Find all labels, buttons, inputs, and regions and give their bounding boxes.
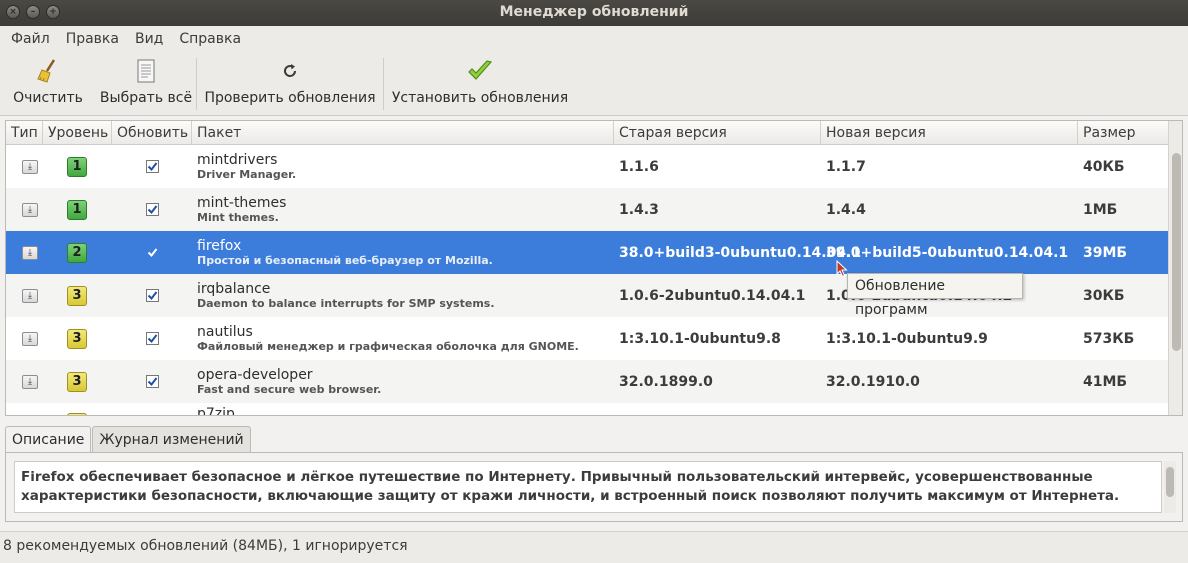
level-badge: 3 [67,371,87,392]
update-checkbox[interactable] [146,332,159,345]
update-checkbox[interactable] [146,160,159,173]
column-type[interactable]: Тип [6,121,43,145]
package-size: 30КБ [1083,287,1125,304]
package-type-icon: ⤓ [22,331,38,346]
column-level[interactable]: Уровень [43,121,112,145]
check-updates-button[interactable]: Проверить обновления [197,52,383,116]
old-version: 1:3.10.1-0ubuntu9.8 [619,330,781,347]
select-all-button[interactable]: Выбрать всё [96,52,196,116]
menu-file[interactable]: Файл [3,31,58,47]
title-bar: × – + Менеджер обновлений [0,0,1188,26]
update-checkbox[interactable] [146,203,159,216]
package-type-icon: ⤓ [22,374,38,389]
package-name: mintdrivers [197,152,278,168]
clear-button[interactable]: Очистить [0,52,96,116]
tooltip: Обновление программ [847,273,1023,318]
package-type-icon: ⤓ [22,288,38,303]
update-checkbox[interactable] [146,289,159,302]
new-version: 1.1.7 [826,158,866,175]
package-size: 40КБ [1083,158,1125,175]
package-description: Файловый менеджер и графическая оболочка… [197,340,579,353]
level-badge: 2 [67,242,87,263]
column-package[interactable]: Пакет [192,121,614,145]
status-bar: 8 рекомендуемых обновлений (84МБ), 1 игн… [0,531,1188,563]
check-updates-label: Проверить обновления [204,90,376,106]
new-version: 1.4.4 [826,201,866,218]
level-badge: 1 [67,199,87,220]
checkmark-icon [467,58,493,84]
level-badge: 3 [67,328,87,349]
package-description: Driver Manager. [197,168,297,181]
menu-edit[interactable]: Правка [58,31,127,47]
package-type-icon: ⤓ [22,415,38,416]
package-description: Daemon to balance interrupts for SMP sys… [197,297,495,310]
level-badge: 3 [67,413,87,415]
package-description: Простой и безопасный веб-браузер от Mozi… [197,254,493,267]
description-scrollbar[interactable] [1164,461,1176,513]
description-scrollbar-thumb[interactable] [1166,467,1174,497]
level-badge: 3 [67,285,87,306]
package-name: p7zip [197,406,235,416]
package-type-icon: ⤓ [22,245,38,260]
updates-table: Тип Уровень Обновить Пакет Старая версия… [5,120,1183,416]
broom-icon [35,58,61,84]
column-update[interactable]: Обновить [112,121,192,145]
package-description: Fast and secure web browser. [197,383,382,396]
window-title: Менеджер обновлений [499,4,689,20]
toolbar: Очистить Выбрать всё Проверить обновлени… [0,52,1188,116]
update-checkbox[interactable] [146,246,159,259]
column-size[interactable]: Размер [1078,121,1168,145]
tab-changelog[interactable]: Журнал изменений [92,426,251,453]
package-name: nautilus [197,324,253,340]
table-header: Тип Уровень Обновить Пакет Старая версия… [6,121,1168,145]
package-description: Mint themes. [197,211,279,224]
description-panel: Firefox обеспечивает безопасное и лёгкое… [5,452,1183,522]
package-type-icon: ⤓ [22,202,38,217]
description-text: Firefox обеспечивает безопасное и лёгкое… [14,461,1162,513]
level-badge: 1 [67,156,87,177]
old-version: 1.1.6 [619,158,659,175]
document-icon [133,58,159,84]
old-version: 1.0.6-2ubuntu0.14.04.1 [619,287,806,304]
package-size: 1МБ [1083,201,1118,218]
table-row[interactable]: ⤓ 3 nautilus Файловый менеджер и графиче… [6,317,1168,360]
column-new-version[interactable]: Новая версия [821,121,1078,145]
install-updates-label: Установить обновления [391,90,569,106]
column-old-version[interactable]: Старая версия [614,121,821,145]
package-name: opera-developer [197,367,313,383]
package-size: 573КБ [1083,330,1135,347]
install-updates-button[interactable]: Установить обновления [384,52,576,116]
package-name: firefox [197,238,242,254]
old-version: 1.4.3 [619,201,659,218]
table-row[interactable]: ⤓ 3 opera-developer Fast and secure web … [6,360,1168,403]
new-version: 32.0.1910.0 [826,373,920,390]
refresh-icon [277,58,303,84]
old-version: 38.0+build3-0ubuntu0.14.04.1 [619,244,862,261]
select-all-label: Выбрать всё [99,90,193,106]
new-version: 1:3.10.1-0ubuntu9.9 [826,330,988,347]
table-row[interactable]: ⤓ 1 mintdrivers Driver Manager. 1.1.6 1.… [6,145,1168,188]
package-name: mint-themes [197,195,287,211]
menu-help[interactable]: Справка [171,31,249,47]
details-tabs: Описание Журнал изменений [5,426,252,454]
table-scrollbar-thumb[interactable] [1172,153,1181,351]
menu-bar: Файл Правка Вид Справка [0,26,1188,52]
clear-label: Очистить [13,90,83,106]
tab-description[interactable]: Описание [5,426,92,454]
table-scrollbar[interactable] [1168,121,1182,415]
new-version: 39.0+build5-0ubuntu0.14.04.1 [826,244,1069,261]
table-row-selected[interactable]: ⤓ 2 firefox Простой и безопасный веб-бра… [6,231,1168,274]
old-version: 32.0.1899.0 [619,373,713,390]
table-row[interactable]: ⤓ 3 p7zip [6,403,1168,416]
update-checkbox[interactable] [146,375,159,388]
package-type-icon: ⤓ [22,159,38,174]
table-row[interactable]: ⤓ 1 mint-themes Mint themes. 1.4.3 1.4.4… [6,188,1168,231]
package-size: 39МБ [1083,244,1128,261]
package-size: 41МБ [1083,373,1128,390]
menu-view[interactable]: Вид [127,31,171,47]
package-name: irqbalance [197,281,271,297]
